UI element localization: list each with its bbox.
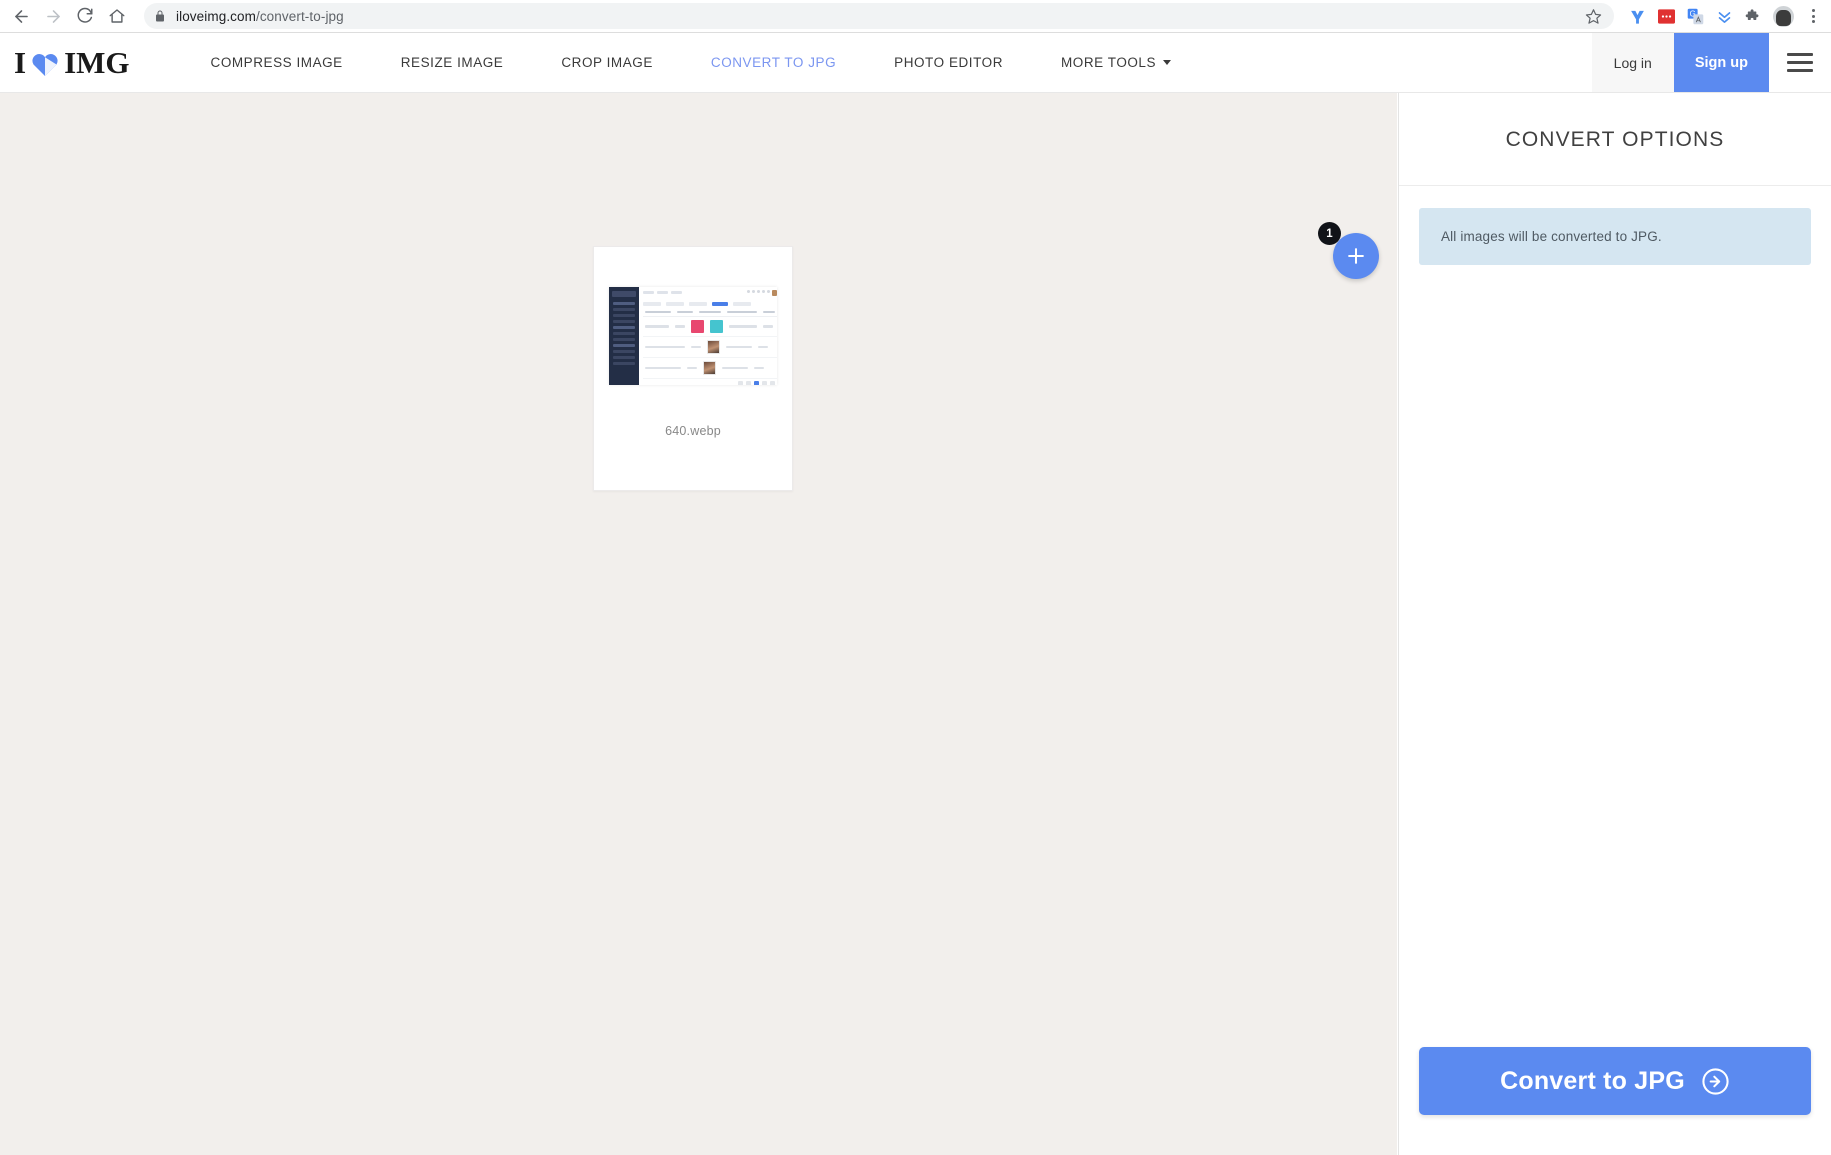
convert-to-jpg-button[interactable]: Convert to JPG bbox=[1419, 1047, 1811, 1115]
site-header: I IMG COMPRESS IMAGE RESIZE IMAGE CROP I… bbox=[0, 33, 1831, 93]
workspace-area: 640.webp 1 bbox=[0, 93, 1397, 1155]
file-card[interactable]: 640.webp bbox=[593, 246, 793, 491]
panel-title: CONVERT OPTIONS bbox=[1399, 93, 1831, 186]
nav-more-tools-label: MORE TOOLS bbox=[1061, 55, 1157, 70]
red-dots-extension-icon[interactable] bbox=[1657, 7, 1676, 26]
google-translate-icon[interactable]: G bbox=[1686, 7, 1705, 26]
yandex-extension-icon[interactable] bbox=[1628, 7, 1647, 26]
three-dots-menu-icon[interactable] bbox=[1804, 9, 1822, 23]
add-more-files-button[interactable] bbox=[1333, 233, 1379, 279]
panel-body: All images will be converted to JPG. bbox=[1399, 186, 1831, 1047]
reload-icon[interactable] bbox=[70, 1, 100, 31]
back-arrow-icon[interactable] bbox=[6, 1, 36, 31]
forward-arrow-icon[interactable] bbox=[38, 1, 68, 31]
main-navigation: COMPRESS IMAGE RESIZE IMAGE CROP IMAGE C… bbox=[182, 33, 1201, 92]
profile-avatar-icon[interactable] bbox=[1773, 5, 1794, 27]
convert-options-panel: CONVERT OPTIONS All images will be conve… bbox=[1398, 93, 1831, 1155]
logo-text-pre: I bbox=[14, 44, 27, 80]
heart-icon bbox=[31, 52, 59, 78]
nav-more-tools[interactable]: MORE TOOLS bbox=[1032, 33, 1200, 92]
lock-icon bbox=[154, 9, 168, 23]
url-host: iloveimg.com bbox=[176, 8, 256, 24]
extension-icons: G bbox=[1614, 5, 1830, 27]
header-actions: Log in Sign up bbox=[1591, 33, 1831, 92]
hamburger-menu-icon[interactable] bbox=[1769, 33, 1831, 92]
file-name-label: 640.webp bbox=[665, 424, 721, 438]
file-thumbnail bbox=[594, 247, 792, 424]
site-logo[interactable]: I IMG bbox=[0, 33, 140, 92]
address-bar[interactable]: iloveimg.com/convert-to-jpg bbox=[144, 3, 1614, 29]
url-text: iloveimg.com/convert-to-jpg bbox=[176, 9, 344, 24]
home-icon[interactable] bbox=[102, 1, 132, 31]
browser-nav-buttons bbox=[0, 1, 132, 31]
nav-resize-image[interactable]: RESIZE IMAGE bbox=[372, 33, 533, 92]
signup-button[interactable]: Sign up bbox=[1673, 33, 1769, 92]
nav-crop-image[interactable]: CROP IMAGE bbox=[532, 33, 682, 92]
chevron-down-icon bbox=[1163, 60, 1172, 65]
login-button[interactable]: Log in bbox=[1591, 33, 1674, 92]
arrow-right-circle-icon bbox=[1701, 1067, 1730, 1096]
downloads-chevrons-icon[interactable] bbox=[1715, 7, 1734, 26]
nav-photo-editor[interactable]: PHOTO EDITOR bbox=[865, 33, 1032, 92]
conversion-info-message: All images will be converted to JPG. bbox=[1419, 208, 1811, 265]
plus-icon bbox=[1345, 245, 1367, 267]
convert-button-label: Convert to JPG bbox=[1500, 1066, 1685, 1095]
thumb-sidebar bbox=[609, 286, 639, 385]
nav-convert-to-jpg[interactable]: CONVERT TO JPG bbox=[682, 33, 865, 92]
puzzle-extensions-icon[interactable] bbox=[1744, 7, 1763, 26]
url-path: /convert-to-jpg bbox=[255, 8, 344, 24]
nav-compress-image[interactable]: COMPRESS IMAGE bbox=[182, 33, 372, 92]
star-icon[interactable] bbox=[1582, 5, 1604, 27]
dashboard-screenshot-thumbnail bbox=[609, 286, 777, 385]
logo-text-post: IMG bbox=[64, 44, 130, 80]
panel-footer: Convert to JPG bbox=[1399, 1047, 1831, 1155]
thumb-content bbox=[639, 286, 777, 385]
file-count-badge: 1 bbox=[1318, 222, 1341, 245]
browser-toolbar: iloveimg.com/convert-to-jpg G bbox=[0, 0, 1831, 33]
